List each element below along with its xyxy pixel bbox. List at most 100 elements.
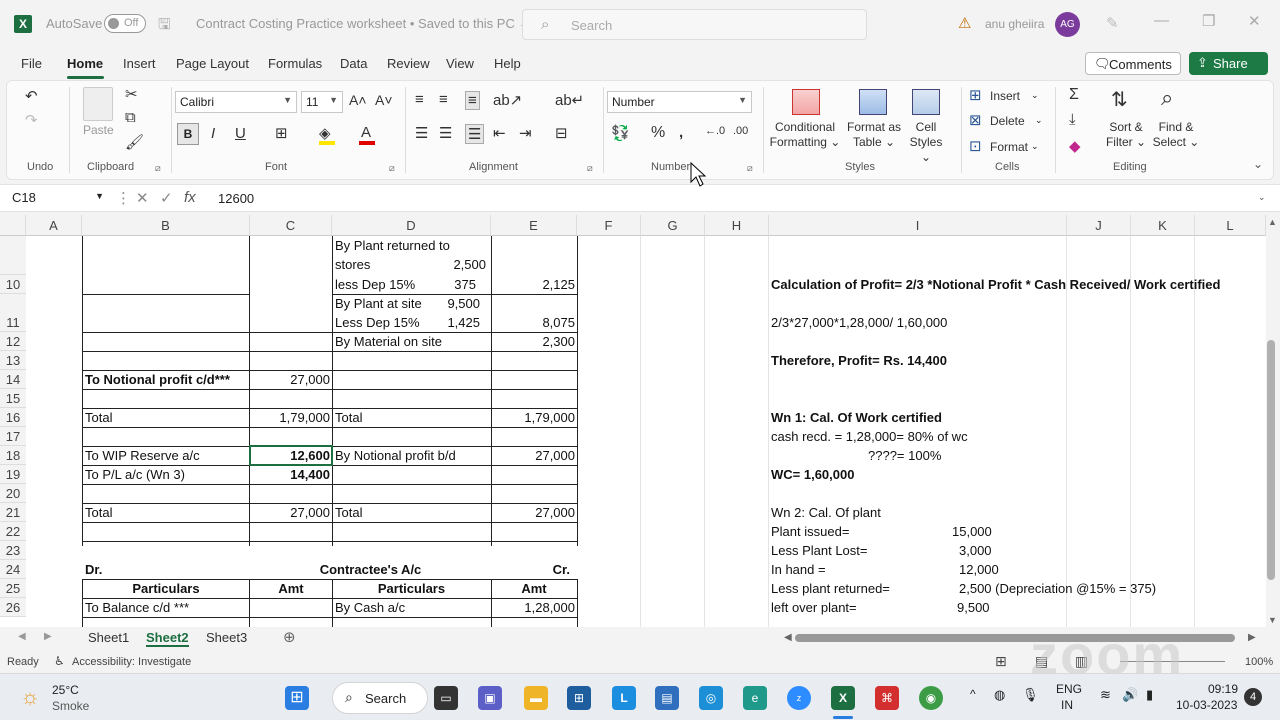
formula-input[interactable]: 12600 [218, 191, 254, 206]
windows-start-icon[interactable]: ⊞ [285, 686, 309, 710]
column-header-e[interactable]: E [491, 215, 577, 236]
row-header[interactable]: 11 [0, 294, 26, 332]
row-header[interactable]: 19 [0, 465, 26, 484]
row-header[interactable]: 15 [0, 389, 26, 408]
dialog-launcher-icon[interactable]: ⧄ [389, 163, 395, 174]
clear-icon[interactable]: ◆ [1069, 137, 1081, 155]
weather-icon[interactable]: ☼ [20, 684, 40, 710]
wrap-text-icon[interactable]: ab↵ [555, 91, 584, 109]
cell-e21[interactable]: 27,000 [494, 503, 575, 522]
l-app-icon[interactable]: L [612, 686, 636, 710]
cell-d18[interactable]: By Notional profit b/d [335, 446, 456, 465]
format-painter-icon[interactable]: 🖌 [125, 133, 144, 151]
decrease-indent-icon[interactable]: ⇤ [493, 124, 506, 142]
font-color-icon[interactable]: A [361, 124, 371, 141]
accessibility-status[interactable]: Accessibility: Investigate [72, 656, 191, 668]
cell-styles-button[interactable]: Cell Styles ⌄ [903, 120, 949, 165]
delete-cells-icon[interactable]: ⊠ [969, 111, 982, 129]
save-icon[interactable]: 🖫 [158, 14, 171, 39]
pdf-icon[interactable]: ⌘ [875, 686, 899, 710]
cell-d25[interactable]: Particulars [332, 579, 491, 598]
dialog-launcher-icon[interactable]: ⧄ [155, 163, 161, 174]
row-header[interactable] [0, 236, 26, 275]
pen-icon[interactable]: ✎ [1106, 14, 1119, 32]
edge-icon[interactable]: e [743, 686, 767, 710]
notification-badge[interactable]: 4 [1244, 688, 1262, 706]
comma-style-icon[interactable]: , [679, 124, 683, 141]
cell-e16[interactable]: 1,79,000 [494, 408, 575, 427]
fill-icon[interactable]: ⤓ [1069, 111, 1076, 128]
maximize-icon[interactable]: ❐ [1202, 12, 1215, 30]
cell-i16[interactable]: Wn 1: Cal. Of Work certified [771, 408, 942, 427]
cell-b24[interactable]: Dr. [85, 560, 102, 579]
align-bottom-icon[interactable]: ≡ [465, 91, 480, 110]
select-all-corner[interactable] [0, 215, 26, 236]
number-format-select[interactable]: Number ▼ [607, 91, 752, 113]
tab-insert[interactable]: Insert [123, 56, 156, 71]
cell-styles-icon[interactable] [912, 89, 940, 115]
row-header[interactable]: 20 [0, 484, 26, 503]
excel-taskbar-icon[interactable]: X [831, 686, 855, 710]
cell-e10[interactable]: 2,125 [494, 275, 575, 294]
tab-view[interactable]: View [446, 56, 474, 71]
cell-d24[interactable]: Contractee's A/c [250, 560, 491, 579]
cell-i18[interactable]: ????= 100% [868, 446, 941, 465]
sheet-tab-sheet2[interactable]: Sheet2 [146, 630, 189, 647]
column-header-j[interactable]: J [1067, 215, 1131, 236]
cell-b26[interactable]: To Balance c/d *** [85, 598, 189, 617]
zoom-level[interactable]: 100% [1245, 656, 1273, 668]
clock-date[interactable]: 10-03-2023 [1176, 698, 1237, 712]
add-sheet-icon[interactable]: ⊕ [283, 628, 296, 646]
find-select-button[interactable]: Find & Select ⌄ [1151, 120, 1201, 150]
merge-center-icon[interactable]: ⊟ [555, 124, 568, 142]
column-header-h[interactable]: H [705, 215, 769, 236]
dialog-launcher-icon[interactable]: ⧄ [747, 163, 753, 174]
row-header[interactable]: 16 [0, 408, 26, 427]
decrease-decimal-icon[interactable]: .00 [733, 125, 748, 137]
language-region[interactable]: IN [1061, 698, 1073, 712]
cell-i10[interactable]: Calculation of Profit= 2/3 *Notional Pro… [771, 275, 1220, 294]
chevron-down-icon[interactable]: ⌄ [1031, 90, 1039, 101]
tray-chevron-icon[interactable]: ^ [970, 687, 976, 701]
insert-cells-icon[interactable]: ⊞ [969, 86, 982, 104]
cell-b14[interactable]: To Notional profit c/d*** [85, 370, 230, 389]
cell-d26[interactable]: By Cash a/c [335, 598, 405, 617]
tab-review[interactable]: Review [387, 56, 430, 71]
orientation-icon[interactable]: ab↗ [493, 91, 522, 109]
row-header[interactable]: 22 [0, 522, 26, 541]
cell-e18[interactable]: 27,000 [494, 446, 575, 465]
cell-d-plant-site-amount[interactable]: 9,500 [440, 294, 480, 313]
row-header[interactable]: 13 [0, 351, 26, 370]
cell-b16[interactable]: Total [85, 408, 112, 427]
cell-i24[interactable]: In hand = [771, 560, 826, 579]
increase-decimal-icon[interactable]: ←.0 [705, 125, 725, 137]
app-icon[interactable]: ▤ [655, 686, 679, 710]
zoom-icon[interactable]: z [787, 686, 811, 710]
chevron-down-icon[interactable]: ⌄ [1035, 115, 1043, 126]
column-header-b[interactable]: B [82, 215, 250, 236]
task-view-icon[interactable]: ▭ [434, 686, 458, 710]
scroll-right-icon[interactable]: ▶ [1248, 632, 1256, 643]
column-header-d[interactable]: D [332, 215, 491, 236]
confirm-entry-icon[interactable]: ✓ [160, 189, 173, 207]
collapse-ribbon-icon[interactable]: ⌄ [1253, 157, 1263, 171]
borders-icon[interactable]: ⊞ [275, 124, 288, 142]
copy-icon[interactable]: ⧉ [125, 109, 136, 126]
underline-button[interactable]: U [235, 125, 246, 142]
document-title[interactable]: Contract Costing Practice worksheet • Sa… [196, 16, 529, 32]
cell-d-stores[interactable]: stores [335, 255, 370, 274]
row-header[interactable]: 18 [0, 446, 26, 465]
next-sheet-icon[interactable]: ▶ [44, 631, 52, 642]
cell-i19[interactable]: WC= 1,60,000 [771, 465, 854, 484]
increase-font-icon[interactable]: A˄ [349, 92, 367, 108]
prev-sheet-icon[interactable]: ◀ [18, 631, 26, 642]
scroll-left-icon[interactable]: ◀ [784, 632, 792, 643]
row-header[interactable]: 10 [0, 275, 26, 294]
cell-d-less-dep[interactable]: less Dep 15% [335, 275, 415, 294]
bold-button[interactable]: B [177, 123, 199, 145]
format-cells-icon[interactable]: ⊡ [969, 137, 982, 155]
column-header-f[interactable]: F [577, 215, 641, 236]
cell-d-plant-returned[interactable]: By Plant returned to [335, 236, 450, 255]
delete-cells-button[interactable]: Delete [990, 114, 1025, 128]
vertical-scroll-thumb[interactable] [1267, 340, 1275, 580]
